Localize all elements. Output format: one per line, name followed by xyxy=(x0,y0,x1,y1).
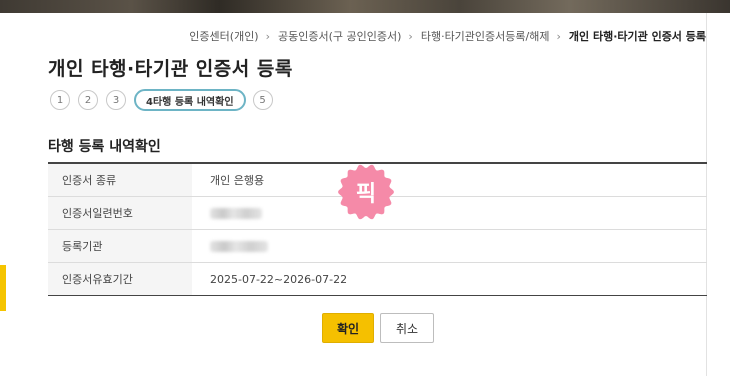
row-label-issuer: 등록기관 xyxy=(48,229,192,263)
page-title: 개인 타행·타기관 인증서 등록 xyxy=(48,58,293,80)
row-value-issuer xyxy=(192,230,707,263)
cancel-button[interactable]: 취소 xyxy=(380,313,434,343)
chevron-right-icon: › xyxy=(556,29,561,43)
confirm-button[interactable]: 확인 xyxy=(322,313,374,343)
row-label-cert-type: 인증서 종류 xyxy=(48,163,192,197)
action-buttons: 확인 취소 xyxy=(322,313,434,343)
breadcrumb-item-cert-center[interactable]: 인증센터(개인) xyxy=(189,28,258,44)
breadcrumb-item-joint-cert[interactable]: 공동인증서(구 공인인증서) xyxy=(278,28,401,44)
header-photo-strip xyxy=(0,0,730,13)
breadcrumb-item-other-bank-register[interactable]: 타행·타기관인증서등록/해제 xyxy=(421,28,550,44)
row-label-serial: 인증서일련번호 xyxy=(48,196,192,230)
table-row: 인증서유효기간 2025-07-22~2026-07-22 xyxy=(48,262,707,296)
row-value-cert-type: 개인 은행용 xyxy=(210,174,265,187)
left-accent-bar xyxy=(0,265,6,311)
section-title: 타행 등록 내역확인 xyxy=(48,139,161,155)
pick-stamp-badge: 픽 xyxy=(337,163,395,221)
row-value-serial xyxy=(192,197,707,230)
breadcrumb-item-current: 개인 타행·타기관 인증서 등록 xyxy=(568,30,706,43)
step-4-current: 4타행 등록 내역확인 xyxy=(134,89,246,111)
step-indicator: 1 2 3 4타행 등록 내역확인 5 xyxy=(50,89,281,111)
row-value-validity: 2025-07-22~2026-07-22 xyxy=(210,272,348,286)
table-row: 등록기관 xyxy=(48,229,707,263)
chevron-right-icon: › xyxy=(265,29,271,43)
step-1: 1 xyxy=(50,90,70,110)
row-label-validity: 인증서유효기간 xyxy=(48,262,192,296)
step-3: 3 xyxy=(106,90,126,110)
step-5: 5 xyxy=(252,90,273,110)
step-2: 2 xyxy=(78,90,98,110)
chevron-right-icon: › xyxy=(408,29,413,43)
breadcrumb: 인증센터(개인) › 공동인증서(구 공인인증서) › 타행·타기관인증서등록/… xyxy=(189,28,706,44)
redacted-serial-number xyxy=(210,208,262,219)
redacted-issuer xyxy=(210,241,268,252)
stamp-label: 픽 xyxy=(355,182,377,207)
